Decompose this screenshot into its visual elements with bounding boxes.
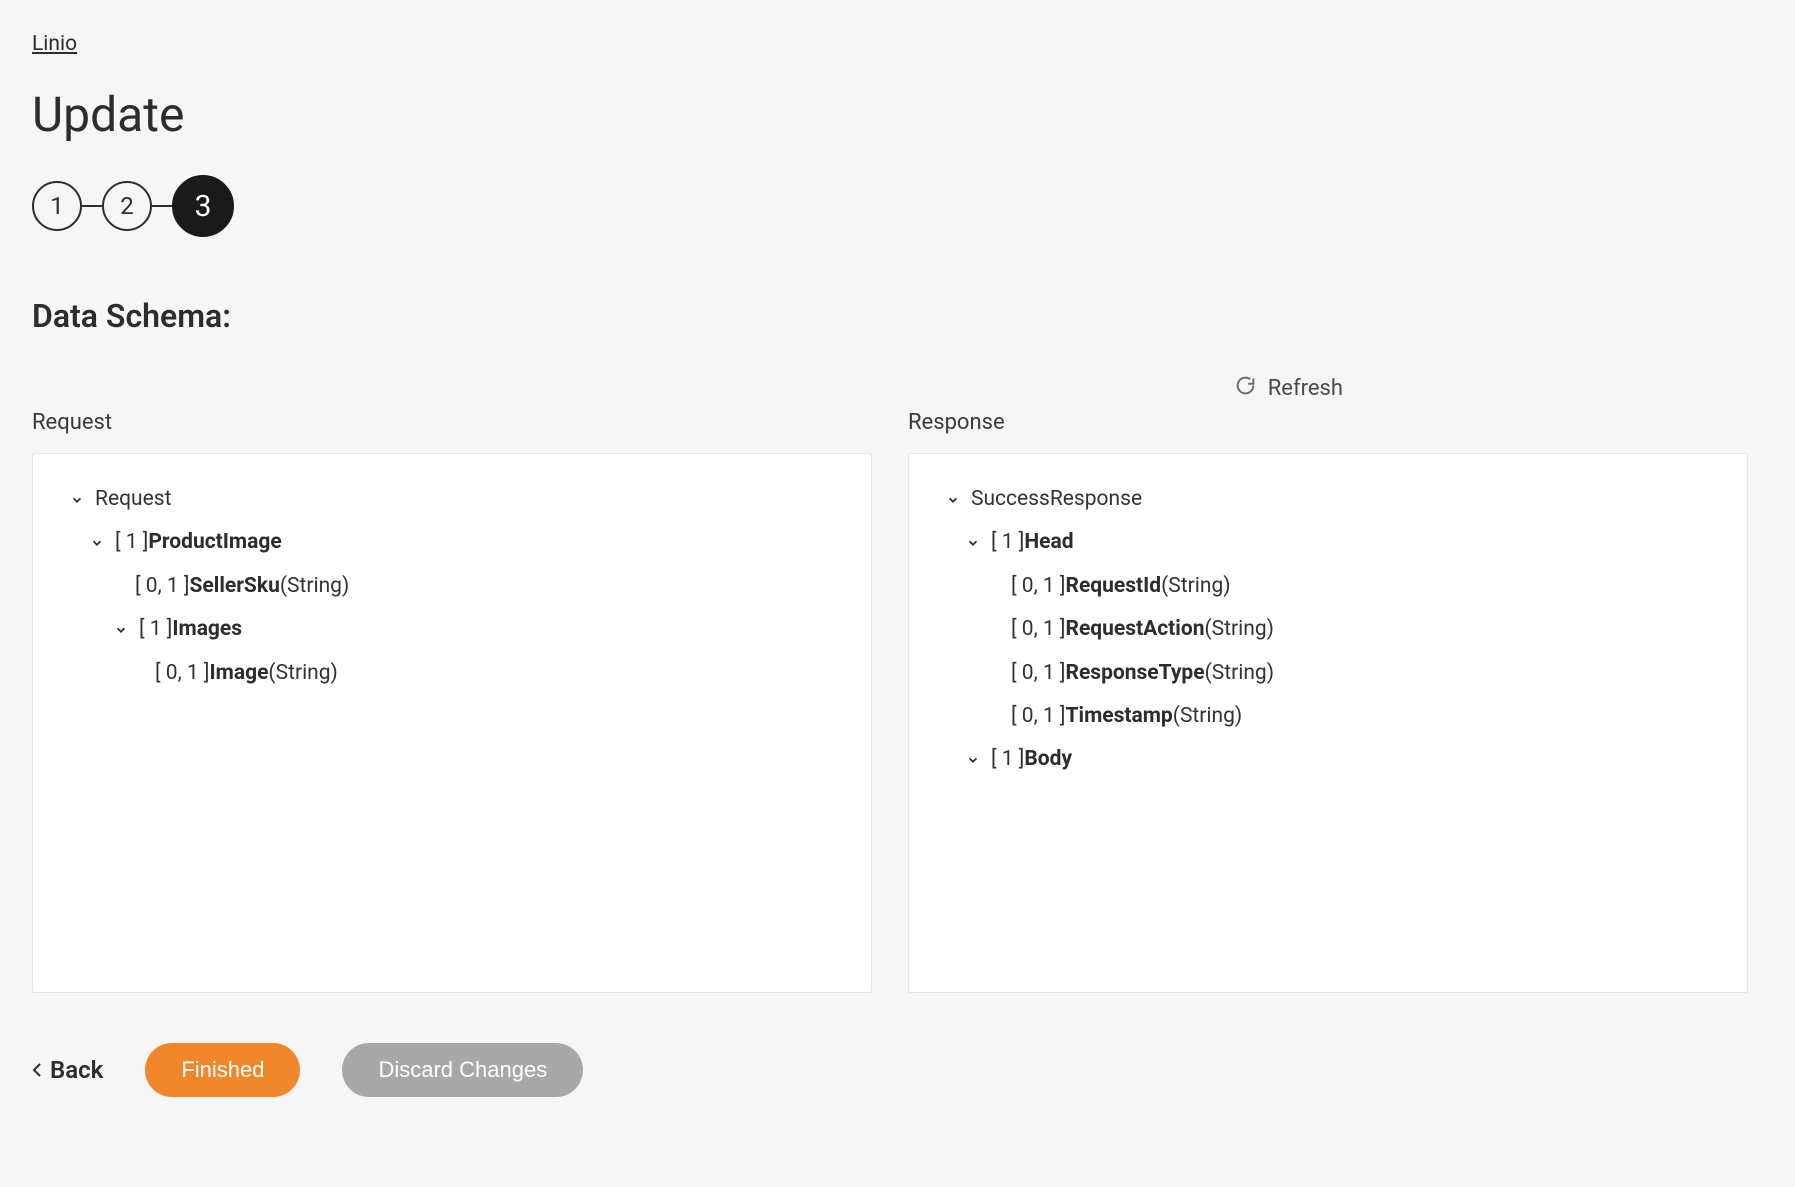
node-type: (String) xyxy=(1161,572,1230,601)
node-name: Request xyxy=(95,485,171,514)
chevron-left-icon xyxy=(32,1062,42,1078)
cardinality-label: [ 0, 1 ] xyxy=(1011,659,1066,688)
request-tree-row: [ 0, 1 ] SellerSku (String) xyxy=(63,565,841,608)
node-type: (String) xyxy=(1173,702,1242,731)
cardinality-label: [ 1 ] xyxy=(115,528,148,557)
node-name: Head xyxy=(1024,528,1073,557)
cardinality-label: [ 1 ] xyxy=(991,745,1024,774)
request-tree-row: [ 0, 1 ] Image (String) xyxy=(63,652,841,695)
cardinality-label: [ 0, 1 ] xyxy=(1011,615,1066,644)
request-tree-row[interactable]: [ 1 ] ProductImage xyxy=(63,521,841,564)
cardinality-label: [ 0, 1 ] xyxy=(1011,702,1066,731)
step-connector xyxy=(82,205,102,207)
node-name: ProductImage xyxy=(148,528,281,557)
step-2[interactable]: 2 xyxy=(102,181,152,231)
cardinality-label: [ 1 ] xyxy=(139,615,172,644)
response-tree-row[interactable]: [ 1 ] Body xyxy=(939,738,1717,781)
response-column-label: Response xyxy=(908,410,1748,435)
finished-button[interactable]: Finished xyxy=(145,1043,300,1097)
response-tree-row: [ 0, 1 ] RequestAction (String) xyxy=(939,608,1717,651)
node-name: ResponseType xyxy=(1066,659,1205,688)
node-name: RequestAction xyxy=(1066,615,1205,644)
discard-button[interactable]: Discard Changes xyxy=(342,1043,583,1097)
response-column: Response SuccessResponse[ 1 ] Head[ 0, 1… xyxy=(908,410,1748,993)
node-name: Body xyxy=(1024,745,1072,774)
step-3[interactable]: 3 xyxy=(172,175,234,237)
refresh-button[interactable]: Refresh xyxy=(1235,375,1343,402)
footer: Back Finished Discard Changes xyxy=(32,1043,1763,1097)
response-panel: SuccessResponse[ 1 ] Head[ 0, 1 ] Reques… xyxy=(908,453,1748,993)
request-tree-row[interactable]: [ 1 ] Images xyxy=(63,608,841,651)
response-tree-row: [ 0, 1 ] Timestamp (String) xyxy=(939,695,1717,738)
chevron-down-icon[interactable] xyxy=(111,620,131,640)
response-tree-row: [ 0, 1 ] RequestId (String) xyxy=(939,565,1717,608)
request-column-label: Request xyxy=(32,410,872,435)
response-tree-row[interactable]: SuccessResponse xyxy=(939,478,1717,521)
chevron-down-icon[interactable] xyxy=(963,533,983,553)
node-type: (String) xyxy=(1204,615,1273,644)
node-type: (String) xyxy=(268,659,337,688)
cardinality-label: [ 0, 1 ] xyxy=(135,572,190,601)
chevron-down-icon[interactable] xyxy=(963,750,983,770)
request-tree-row[interactable]: Request xyxy=(63,478,841,521)
chevron-down-icon[interactable] xyxy=(67,490,87,510)
request-panel: Request[ 1 ] ProductImage[ 0, 1 ] Seller… xyxy=(32,453,872,993)
node-type: (String) xyxy=(280,572,349,601)
step-connector xyxy=(152,205,172,207)
refresh-icon xyxy=(1235,375,1256,402)
chevron-down-icon[interactable] xyxy=(87,533,107,553)
node-type: (String) xyxy=(1205,659,1274,688)
refresh-label: Refresh xyxy=(1268,376,1343,401)
stepper: 1 2 3 xyxy=(32,175,1763,237)
cardinality-label: [ 0, 1 ] xyxy=(1011,572,1066,601)
response-tree-row[interactable]: [ 1 ] Head xyxy=(939,521,1717,564)
back-button[interactable]: Back xyxy=(32,1056,103,1084)
section-title: Data Schema: xyxy=(32,297,1763,335)
node-name: SellerSku xyxy=(190,572,280,601)
page-title: Update xyxy=(32,86,1763,143)
back-label: Back xyxy=(50,1056,103,1084)
cardinality-label: [ 1 ] xyxy=(991,528,1024,557)
cardinality-label: [ 0, 1 ] xyxy=(155,659,210,688)
chevron-down-icon[interactable] xyxy=(943,490,963,510)
node-name: Images xyxy=(172,615,242,644)
response-tree-row: [ 0, 1 ] ResponseType (String) xyxy=(939,652,1717,695)
breadcrumb-link[interactable]: Linio xyxy=(32,32,77,56)
node-name: Timestamp xyxy=(1066,702,1173,731)
node-name: RequestId xyxy=(1066,572,1162,601)
step-1[interactable]: 1 xyxy=(32,181,82,231)
node-name: SuccessResponse xyxy=(971,485,1142,514)
request-column: Request Request[ 1 ] ProductImage[ 0, 1 … xyxy=(32,410,872,993)
node-name: Image xyxy=(210,659,269,688)
